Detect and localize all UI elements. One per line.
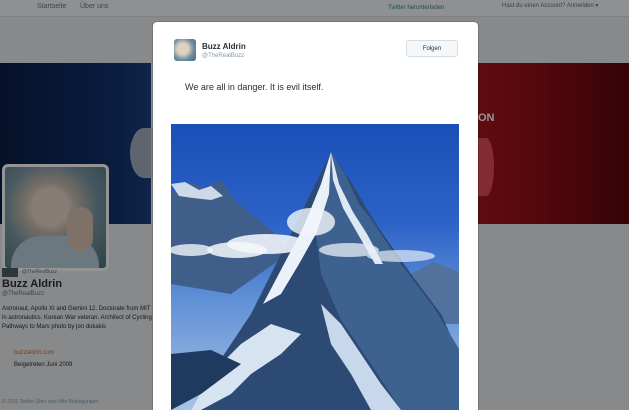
tweet-author-avatar[interactable] (174, 39, 196, 61)
tweet-modal: Buzz Aldrin @TheRealBuzz Folgen We are a… (153, 22, 478, 410)
tweet-author-name[interactable]: Buzz Aldrin (202, 42, 246, 51)
mountain-illustration (171, 152, 459, 410)
tweet-author-handle[interactable]: @TheRealBuzz (202, 53, 244, 59)
follow-button[interactable]: Folgen (406, 40, 458, 57)
tweet-text: We are all in danger. It is evil itself. (185, 82, 324, 92)
tweet-photo[interactable] (171, 124, 459, 410)
